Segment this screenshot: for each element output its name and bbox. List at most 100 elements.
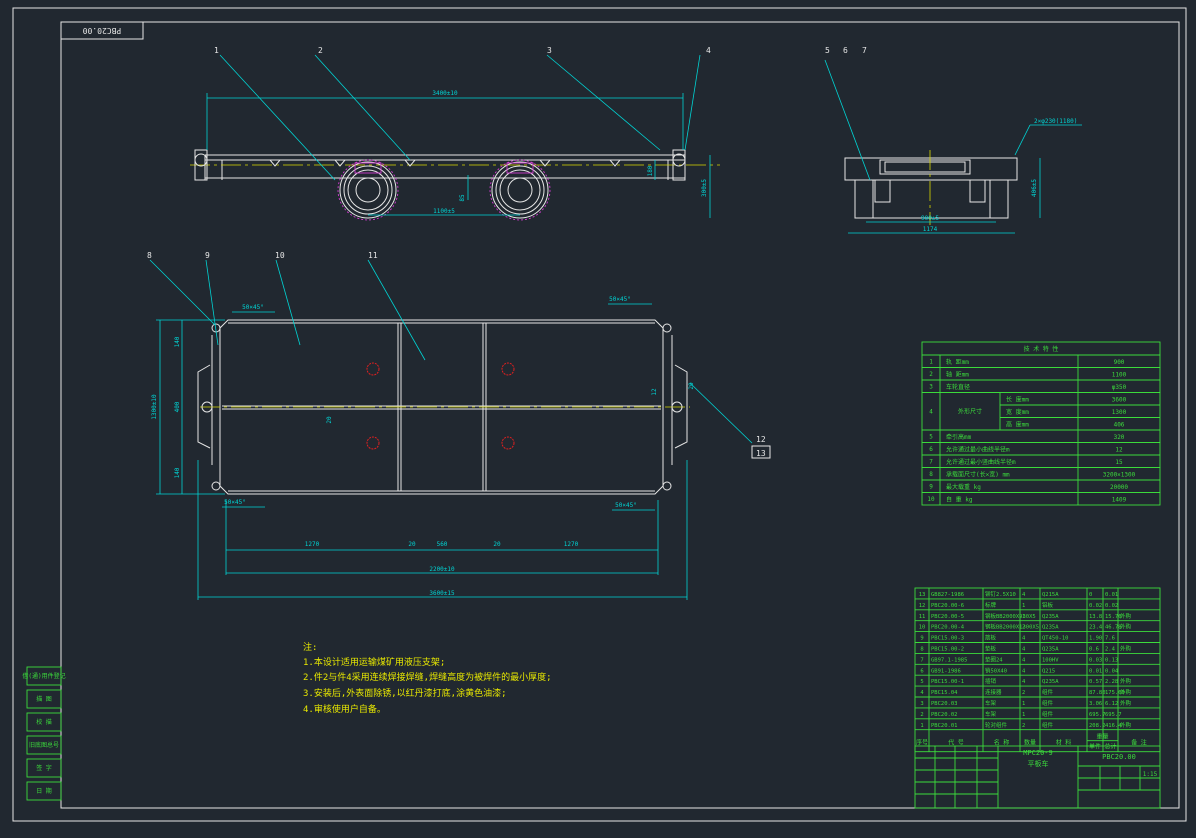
bom-header-cell: 序号	[916, 739, 928, 747]
spec-row-no: 3	[929, 383, 933, 390]
spec-row-label: 允许通过最小竖曲线半径m	[946, 458, 1016, 466]
balloon-3: 3	[547, 46, 552, 55]
spec-sub-value: 3600	[1112, 397, 1127, 404]
title-name: 平板车	[1028, 759, 1049, 768]
dim-plan-seg2: 20	[408, 541, 416, 548]
bom-cell: 外购	[1120, 623, 1132, 631]
bom-cell: PBC15.00-3	[931, 636, 964, 642]
spec-sub-value: 1300	[1112, 409, 1127, 416]
left-strip-label: 校 描	[36, 718, 52, 726]
left-strip-label: 旧底图总号	[29, 741, 59, 749]
bom-cell: GB91-1986	[931, 668, 961, 674]
bom-cell: 钢板BB2000X1300X5	[985, 623, 1039, 631]
notes-line-2: 2.件2与件4采用连续焊接焊缝,焊缝高度为被焊件的最小厚度;	[303, 671, 552, 683]
bom-cell: 6.12	[1105, 701, 1118, 707]
spec-row-no: 4	[929, 408, 933, 415]
dim-plan-inner: 2200±10	[429, 566, 455, 573]
spec-row-label: 牵引高mm	[946, 433, 972, 441]
dim-plan-h1: 140	[174, 336, 181, 347]
title-model: MPC20-9	[1023, 749, 1053, 757]
bom-cell: 100HV	[1042, 657, 1059, 663]
dim-corner-tr: 50×45°	[609, 296, 631, 303]
dim-side-width: 1174	[923, 226, 938, 233]
bom-cell: 695.7	[1089, 712, 1106, 718]
balloon-5: 5	[825, 46, 830, 55]
notes-line-1: 1.本设计适用运输煤矿用液压支架;	[303, 656, 445, 668]
dim-height: 300±5	[701, 179, 708, 197]
left-strip-label: 日 期	[36, 787, 52, 795]
bom-cell: 组件	[1042, 710, 1054, 718]
bom-cell: 3.06	[1089, 701, 1102, 707]
bom-cell: 0.02	[1089, 603, 1102, 609]
bom-cell: 0.6	[1089, 647, 1099, 653]
bom-cell: 1	[920, 723, 923, 729]
bom-cell: PBC15.00-2	[931, 647, 964, 653]
bom-cell: 2.28	[1105, 679, 1118, 685]
spec-table-title: 技 术 特 性	[1024, 345, 1059, 353]
bom-cell: 组件	[1042, 699, 1054, 707]
balloons-side: 5 6 7	[825, 46, 867, 55]
bom-header-cell: 代 号	[948, 739, 964, 747]
bom-cell: 8	[920, 647, 923, 653]
cad-drawing-canvas[interactable]: PBC20.00 借(通)用件登记描 图校 描旧底图总号签 字日 期 3400±…	[0, 0, 1196, 834]
bom-cell: 标牌	[985, 601, 997, 609]
bom-cell: 2	[1022, 690, 1025, 696]
spec-table: 技 术 特 性 1 轨 距mm 900 2 轴 距mm 1100 3 车轮直径 φ350 4 外形尺寸…	[921, 341, 1161, 506]
left-strip-label: 借(通)用件登记	[22, 672, 65, 680]
spec-row-value: 20000	[1110, 484, 1128, 491]
left-strip: 借(通)用件登记描 图校 描旧底图总号签 字日 期	[22, 666, 66, 801]
drawing-code-text: PBC20.00	[83, 26, 122, 35]
spec-row-no: 1	[929, 358, 933, 365]
bom-cell: 销50X40	[985, 666, 1007, 674]
left-strip-label: 描 图	[36, 695, 52, 703]
spec-sub-label: 长 度mm	[1006, 396, 1029, 404]
bom-cell: 10	[919, 625, 926, 631]
bom-cell: 连接器	[985, 688, 1002, 696]
left-strip-label: 签 字	[36, 764, 52, 772]
spec-row-value: 1100	[1112, 372, 1127, 379]
balloon-4: 4	[706, 46, 711, 55]
dim-corner-br: 50×45°	[615, 502, 637, 509]
bom-cell: 1.90	[1089, 636, 1102, 642]
dim-plan-mid: 20	[326, 416, 333, 424]
bom-header-cell: 材 料	[1056, 739, 1072, 747]
bom-cell: 4	[1022, 592, 1026, 598]
spec-row-label: 轨 距mm	[946, 358, 969, 366]
spec-row-no: 7	[929, 458, 933, 465]
bom-cell: Q235A	[1042, 679, 1059, 685]
bom-cell: 垫圈24	[985, 655, 1003, 663]
title-scale: 1:15	[1143, 771, 1158, 778]
bom-cell: 外购	[1120, 721, 1132, 729]
balloon-11: 11	[368, 251, 378, 260]
bom-cell: 2	[1022, 723, 1025, 729]
bom-cell: PBC20.00-5	[931, 614, 964, 620]
dim-plan-seg5: 1270	[564, 541, 579, 548]
dim-plan-total: 3600±15	[429, 590, 455, 597]
dim-side-gauge: 900±5	[921, 215, 939, 222]
bom-cell: PBC20.00-6	[931, 603, 964, 609]
balloon-12: 12	[756, 435, 766, 444]
bom-cell: 2.4	[1105, 647, 1116, 653]
title-code: PBC20.00	[1102, 753, 1136, 761]
bom-cell: PBC20.00-4	[931, 625, 965, 631]
bom-cell: 7.6	[1105, 636, 1115, 642]
dim-corner-bl: 50×45°	[224, 499, 246, 506]
spec-sub-label: 高 度mm	[1006, 421, 1029, 429]
plan-view: 1270 20 560 20 1270 2200±10 3600±15 1300…	[149, 259, 771, 600]
dim-offset: 85	[459, 194, 466, 202]
bom-cell: 1	[1022, 603, 1025, 609]
bom-header-weight: 重量	[1096, 733, 1108, 741]
spec-row-value: 320	[1114, 434, 1125, 441]
bom-cell: 0	[1089, 592, 1092, 598]
bom-cell: 2	[920, 712, 923, 718]
bom-cell: 9	[920, 636, 923, 642]
spec-sub-label: 宽 度mm	[1006, 408, 1029, 416]
bom-header-cell: 单件	[1089, 743, 1101, 751]
end-view: 1174 900±5 406±5 2×φ230(1180)	[824, 59, 1082, 234]
bom-cell: PBC20.02	[931, 712, 958, 718]
spec-row-value: 1409	[1112, 497, 1127, 504]
bom-cell: 11	[919, 614, 926, 620]
bom-cell: 外购	[1120, 645, 1132, 653]
bom-cell: 4	[920, 690, 924, 696]
bom-cell: 695.7	[1105, 712, 1122, 718]
